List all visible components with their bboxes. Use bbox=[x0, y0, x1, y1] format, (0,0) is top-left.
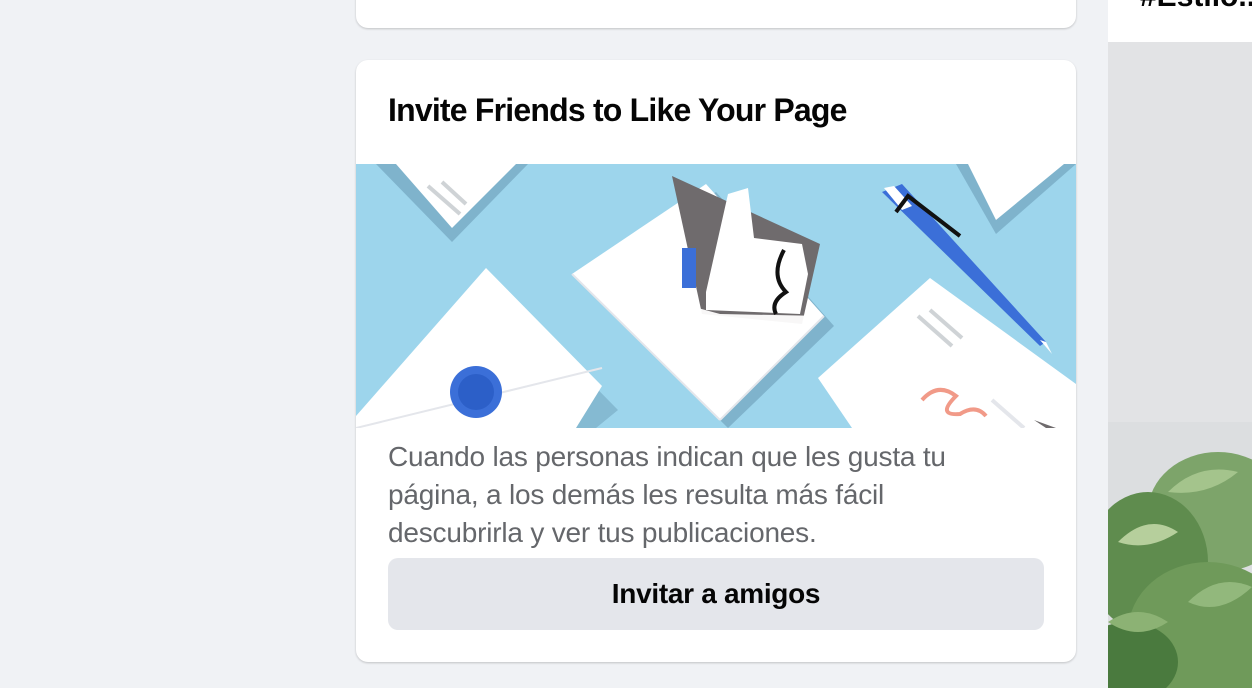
previous-card bbox=[356, 0, 1076, 28]
right-post-panel: #Estilo... bbox=[1108, 0, 1252, 688]
post-caption[interactable]: #Estilo... bbox=[1140, 0, 1252, 14]
invite-envelopes-illustration bbox=[356, 164, 1076, 428]
card-title: Invite Friends to Like Your Page bbox=[388, 92, 847, 128]
plant-photo[interactable] bbox=[1108, 42, 1252, 688]
card-description: Cuando las personas indican que les gust… bbox=[388, 441, 946, 548]
invite-friends-button[interactable]: Invitar a amigos bbox=[388, 558, 1044, 630]
invite-friends-card: Invite Friends to Like Your Page Cuando … bbox=[356, 60, 1076, 662]
